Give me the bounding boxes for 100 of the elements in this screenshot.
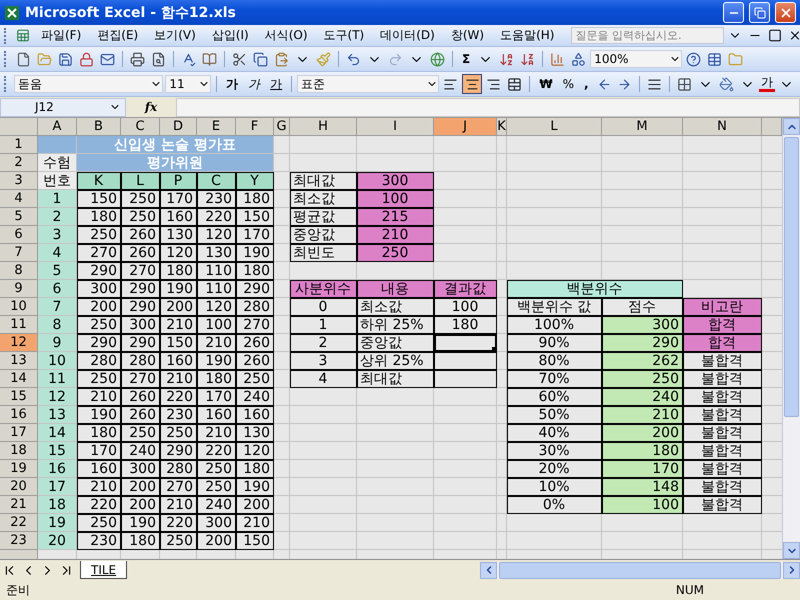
row-header[interactable]: 12 (0, 334, 38, 352)
row-header[interactable]: 3 (0, 172, 38, 190)
menu-item[interactable]: 도움말(H) (493, 25, 562, 46)
bold-button[interactable]: 가 (222, 76, 242, 92)
row-header[interactable]: 18 (0, 442, 38, 460)
close-icon (778, 6, 792, 20)
menu-item[interactable]: 파일(F) (34, 25, 88, 46)
table-cell: 사분위수 (290, 280, 357, 298)
row-header[interactable]: 23 (0, 532, 38, 550)
table-cell: 200 (602, 424, 683, 442)
row-header[interactable]: 1 (0, 136, 38, 154)
column-header[interactable]: C (121, 118, 160, 136)
row-header[interactable]: 16 (0, 406, 38, 424)
table-cell: 180 (236, 262, 274, 280)
formula-input[interactable] (176, 98, 800, 116)
autosum-button[interactable]: Σ (458, 52, 474, 66)
scrollbar-thumb[interactable] (784, 137, 799, 417)
row-header[interactable]: 19 (0, 460, 38, 478)
table-cell: 230 (197, 190, 236, 208)
row-header[interactable]: 7 (0, 244, 38, 262)
percent-button[interactable]: % (558, 77, 578, 91)
sheet-tab[interactable]: TILE (80, 561, 128, 579)
row-header[interactable]: 10 (0, 298, 38, 316)
close-button[interactable] (775, 2, 796, 23)
restore-button[interactable] (749, 2, 770, 23)
minimize-button[interactable] (723, 2, 744, 23)
scroll-down-button[interactable] (783, 542, 800, 559)
name-box[interactable]: J12 (0, 98, 126, 116)
table-cell: 150 (236, 532, 274, 550)
scroll-left-button[interactable] (480, 562, 497, 578)
column-header[interactable]: A (38, 118, 77, 136)
underline-button[interactable]: 가 (266, 76, 286, 92)
menu-item[interactable]: 도구(T) (316, 25, 372, 46)
row-header[interactable]: 4 (0, 190, 38, 208)
menu-item[interactable]: 삽입(I) (204, 25, 256, 46)
table-cell: 270 (121, 262, 160, 280)
table-cell: 9 (38, 334, 77, 352)
scroll-right-button[interactable] (783, 562, 800, 578)
table-cell: 170 (236, 226, 274, 244)
menu-item[interactable]: 편집(E) (90, 25, 146, 46)
table-cell: 90% (507, 334, 602, 352)
table-cell: 210 (602, 406, 683, 424)
scroll-up-button[interactable] (783, 118, 800, 135)
insert-function-button[interactable]: fx (126, 100, 176, 114)
menu-item[interactable]: 서식(O) (258, 25, 315, 46)
table-cell: 220 (160, 388, 197, 406)
row-header[interactable]: 14 (0, 370, 38, 388)
table-cell: 120 (236, 442, 274, 460)
comma-button[interactable]: , (580, 77, 593, 91)
column-header[interactable]: E (197, 118, 236, 136)
header-cell: 백분위수 (507, 280, 683, 298)
column-header[interactable]: L (507, 118, 602, 136)
row-header[interactable]: 5 (0, 208, 38, 226)
align-center-icon[interactable] (462, 74, 482, 94)
column-header[interactable]: N (683, 118, 762, 136)
row-header[interactable]: 15 (0, 388, 38, 406)
column-header[interactable]: B (77, 118, 121, 136)
column-header[interactable]: F (236, 118, 274, 136)
column-header[interactable]: K (497, 118, 507, 136)
column-header[interactable]: H (290, 118, 357, 136)
column-header[interactable]: G (274, 118, 290, 136)
row-header[interactable]: 22 (0, 514, 38, 532)
scrollbar-thumb[interactable] (499, 562, 781, 578)
row-header[interactable]: 2 (0, 154, 38, 172)
row-header[interactable]: 20 (0, 478, 38, 496)
header-cell: 평가위원 (77, 154, 274, 172)
menu-item[interactable]: 창(W) (444, 25, 492, 46)
zoom-field[interactable]: 100% (590, 50, 682, 68)
row-header[interactable]: 9 (0, 280, 38, 298)
table-cell: 점수 (602, 298, 683, 316)
table-cell: 4 (290, 370, 357, 388)
table-cell: 290 (121, 334, 160, 352)
row-header[interactable]: 11 (0, 316, 38, 334)
table-cell: 120 (197, 226, 236, 244)
table-cell: 210 (160, 370, 197, 388)
help-search-field[interactable]: 질문을 입력하십시오. (571, 27, 724, 44)
row-header[interactable]: 6 (0, 226, 38, 244)
font-color-button[interactable]: 가 (759, 76, 776, 92)
row-header[interactable]: 8 (0, 262, 38, 280)
menu-item[interactable]: 보기(V) (147, 25, 203, 46)
column-header[interactable]: M (602, 118, 683, 136)
column-header[interactable]: I (357, 118, 434, 136)
table-cell: 불합격 (683, 406, 762, 424)
column-header[interactable]: J (434, 118, 497, 136)
font-field[interactable]: 돋움 (14, 75, 164, 93)
style-field[interactable]: 표준 (297, 75, 439, 93)
active-cell[interactable] (434, 334, 497, 352)
table-cell: 번호 (38, 172, 77, 190)
font-size-field[interactable]: 11 (165, 75, 212, 93)
row-header[interactable]: 17 (0, 424, 38, 442)
row-header[interactable]: 21 (0, 496, 38, 514)
column-header[interactable]: D (160, 118, 197, 136)
table-cell: 160 (160, 208, 197, 226)
table-cell: 250 (77, 514, 121, 532)
table-cell: 50% (507, 406, 602, 424)
menu-item[interactable]: 데이터(D) (373, 25, 442, 46)
italic-button[interactable]: 가 (244, 76, 264, 92)
currency-button[interactable]: ₩ (535, 77, 557, 91)
table-cell: 160 (197, 406, 236, 424)
row-header[interactable]: 13 (0, 352, 38, 370)
